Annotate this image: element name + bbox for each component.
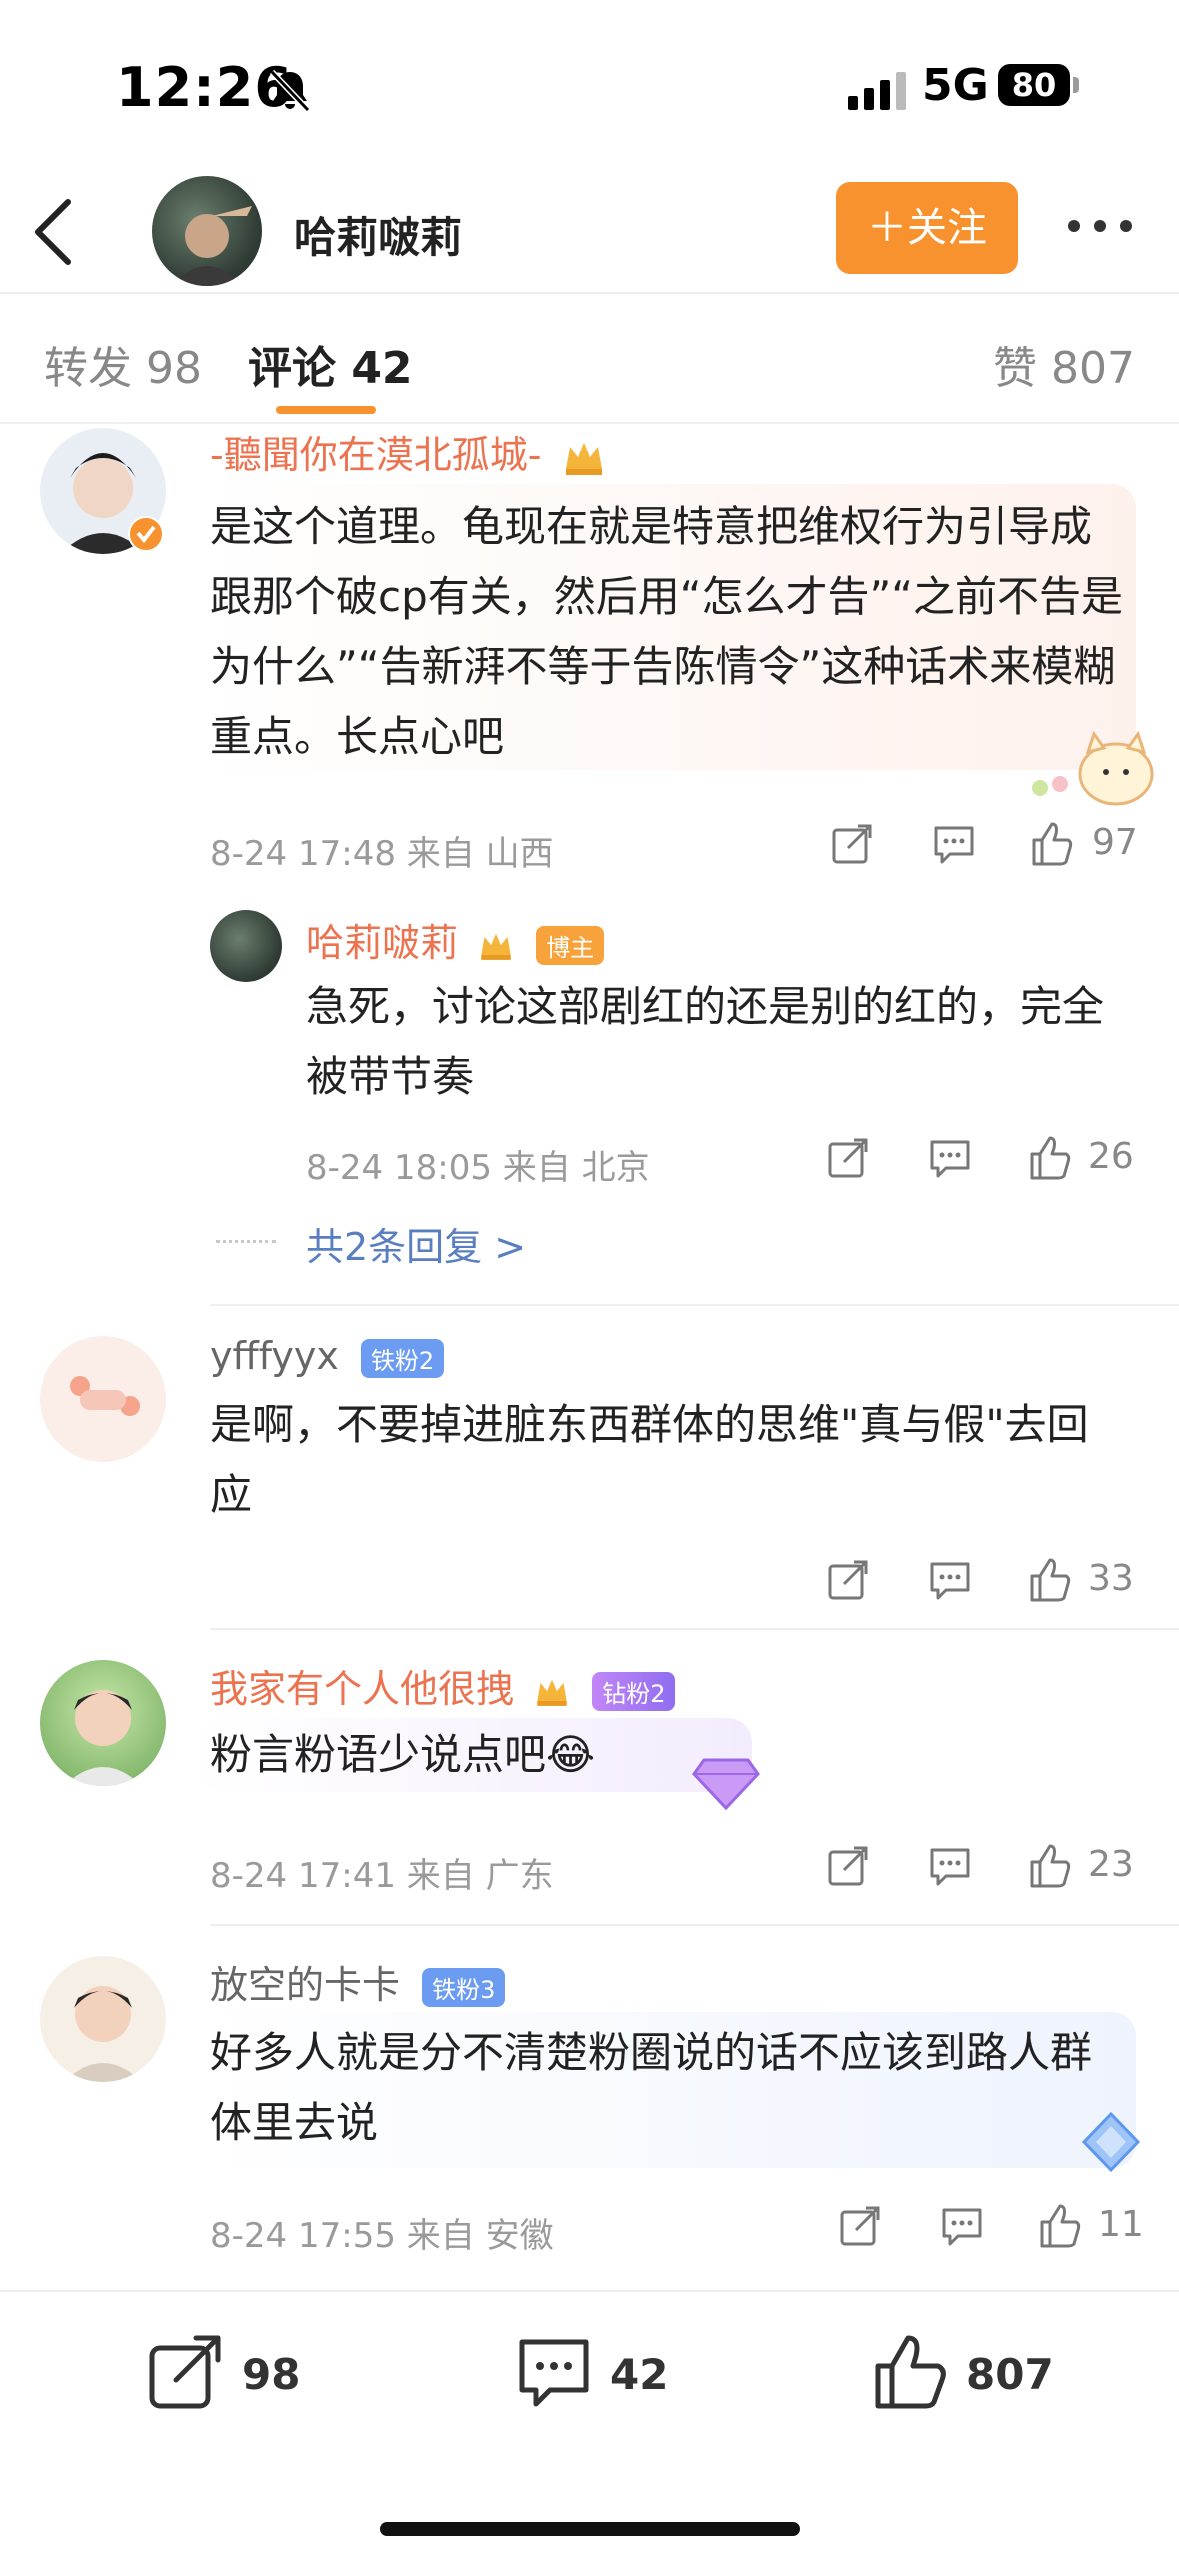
post-header: 哈莉啵莉 ＋关注 — [0, 170, 1179, 294]
author-name[interactable]: 哈莉啵莉 — [294, 204, 462, 265]
share-icon[interactable] — [824, 1556, 872, 1604]
fan-level-badge: 铁粉2 — [360, 1339, 445, 1378]
commenter-avatar[interactable] — [40, 1660, 166, 1786]
author-avatar[interactable] — [152, 176, 262, 286]
verified-badge-icon — [128, 516, 164, 552]
comment-actions: 23 — [820, 1842, 1150, 1902]
commenter-avatar[interactable] — [40, 1956, 166, 2082]
battery-indicator: 80 — [998, 64, 1070, 106]
comment-meta: 8-24 17:55 来自 安徽 — [210, 2216, 554, 2256]
like-icon[interactable] — [1026, 1556, 1074, 1604]
reply-actions: 26 — [820, 1134, 1150, 1194]
tab-bar: 转发 98 评论 42 赞 807 — [0, 296, 1179, 424]
like-total-count: 807 — [966, 2350, 1054, 2399]
comment-reply-icon[interactable] — [926, 1134, 974, 1182]
comment-count: 42 — [610, 2350, 669, 2399]
share-icon[interactable] — [836, 2202, 884, 2250]
comment-item: -聽聞你在漠北孤城- 是这个道理。龟现在就是特意把维权行为引导成跟那个破cp有关… — [0, 424, 1179, 1304]
like-icon — [875, 2335, 946, 2409]
battery-cap — [1073, 77, 1079, 93]
share-icon[interactable] — [824, 1842, 872, 1890]
cat-decoration-icon — [1032, 730, 1154, 806]
comment-text: 好多人就是分不清楚粉圈说的话不应该到路人群体里去说 — [210, 2028, 1093, 2147]
comment-item: yfffyyx 铁粉2 是啊，不要掉进脏东西群体的思维"真与假"去回应 33 — [0, 1334, 1179, 1624]
comment-actions: 11 — [830, 2202, 1160, 2262]
comment-item: 放空的卡卡 铁粉3 好多人就是分不清楚粉圈说的话不应该到路人群体里去说 8-24… — [0, 1954, 1179, 2284]
view-more-replies-link[interactable]: 共2条回复 > — [306, 1216, 526, 1271]
fan-level-badge: 铁粉3 — [422, 1968, 506, 2007]
commenter-avatar[interactable] — [40, 1336, 166, 1462]
comment-reply-icon[interactable] — [926, 1842, 974, 1890]
more-options-icon[interactable] — [1064, 214, 1136, 238]
home-indicator — [380, 2522, 800, 2536]
like-icon[interactable] — [1028, 820, 1076, 868]
reply-author-name[interactable]: 哈莉啵莉 博主 — [306, 912, 605, 967]
tab-active-indicator — [276, 406, 376, 414]
tab-comment[interactable]: 评论 42 — [248, 332, 413, 396]
reply-text: 急死，讨论这部剧红的还是别的红的，完全被带节奏 — [306, 982, 1105, 1101]
comment-actions: 97 — [820, 820, 1150, 880]
laughing-emoji: 😂 — [546, 1730, 596, 1779]
commenter-name[interactable]: yfffyyx 铁粉2 — [210, 1334, 445, 1378]
bottom-like-button[interactable]: 807 — [870, 2332, 1090, 2412]
comment-text: 粉言粉语少说点吧😂 — [210, 1730, 596, 1779]
crown-badge-icon — [481, 933, 511, 960]
bottom-comment-button[interactable]: 42 — [514, 2332, 714, 2412]
like-count: 33 — [1088, 1558, 1134, 1599]
tab-repost[interactable]: 转发 98 — [44, 332, 202, 396]
comment-actions: 33 — [820, 1556, 1150, 1616]
comment-reply-icon[interactable] — [938, 2202, 986, 2250]
comment-meta: 8-24 17:41 来自 广东 — [210, 1856, 554, 1896]
comment-reply-icon[interactable] — [926, 1556, 974, 1604]
comment-divider — [210, 1304, 1179, 1306]
commenter-name[interactable]: 放空的卡卡 铁粉3 — [210, 1954, 506, 2009]
like-count: 97 — [1092, 822, 1138, 863]
like-icon[interactable] — [1026, 1134, 1074, 1182]
diamond-decoration-icon — [1081, 2111, 1141, 2173]
repost-icon — [149, 2335, 221, 2409]
share-icon[interactable] — [828, 820, 876, 868]
like-count: 11 — [1098, 2204, 1144, 2245]
like-icon[interactable] — [1036, 2202, 1084, 2250]
crown-badge-icon — [565, 442, 602, 475]
follow-button[interactable]: ＋关注 — [836, 182, 1018, 274]
blogger-badge: 博主 — [536, 926, 605, 965]
bottom-action-bar: 98 42 807 — [0, 2290, 1179, 2556]
commenter-name[interactable]: -聽聞你在漠北孤城- — [210, 424, 606, 479]
repost-count: 98 — [242, 2350, 301, 2399]
silent-bell-icon — [269, 69, 311, 113]
tab-likes[interactable]: 赞 807 — [993, 332, 1135, 396]
reply-dots-decoration — [216, 1240, 276, 1244]
cellular-signal-icon — [848, 72, 906, 110]
like-count: 23 — [1088, 1844, 1134, 1885]
like-count: 26 — [1088, 1136, 1134, 1177]
comment-reply-icon[interactable] — [930, 820, 978, 868]
reply-meta: 8-24 18:05 来自 北京 — [306, 1148, 650, 1188]
comment-divider — [210, 1924, 1179, 1926]
like-icon[interactable] — [1026, 1842, 1074, 1890]
diamond-decoration-icon — [692, 1758, 760, 1811]
bottom-repost-button[interactable]: 98 — [146, 2332, 346, 2412]
comment-divider — [210, 1628, 1179, 1630]
share-icon[interactable] — [824, 1134, 872, 1182]
comment-icon — [519, 2339, 589, 2407]
reply-avatar[interactable] — [210, 910, 282, 982]
network-type: 5G — [922, 60, 989, 111]
crown-badge-icon — [537, 1679, 567, 1706]
status-bar: 12:26 5G 80 — [0, 0, 1179, 170]
back-arrow-icon[interactable] — [30, 196, 78, 268]
comment-text: 是这个道理。龟现在就是特意把维权行为引导成跟那个破cp有关，然后用“怎么才告”“… — [210, 502, 1124, 761]
fan-level-badge: 钻粉2 — [592, 1672, 676, 1711]
comment-item: 我家有个人他很拽 钻粉2 粉言粉语少说点吧😂 8-24 17:41 来自 广东 … — [0, 1658, 1179, 1920]
comment-meta: 8-24 17:48 来自 山西 — [210, 834, 554, 874]
commenter-name[interactable]: 我家有个人他很拽 钻粉2 — [210, 1658, 676, 1713]
comment-text: 是啊，不要掉进脏东西群体的思维"真与假"去回应 — [210, 1400, 1089, 1519]
